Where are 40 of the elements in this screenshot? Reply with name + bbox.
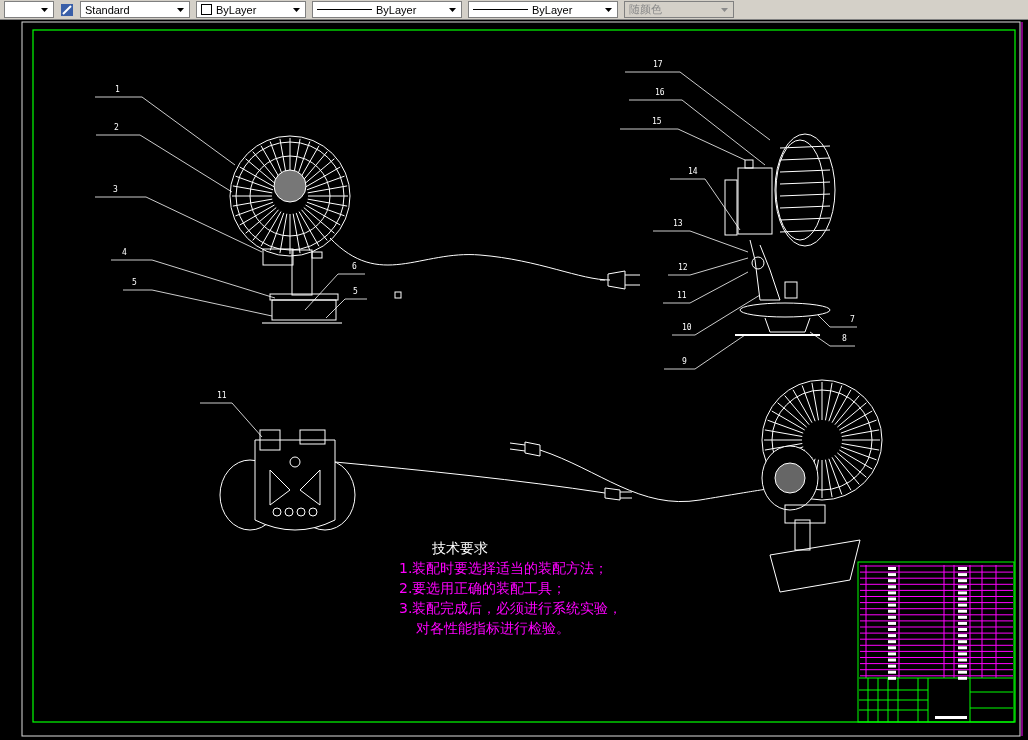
marker-square [394,291,402,299]
part-number: 17 [653,60,663,69]
caret-icon [721,7,728,12]
part-number: 16 [655,88,665,97]
part-number: 9 [682,357,687,366]
part-number: 8 [842,334,847,343]
part-number: 11 [217,391,227,400]
notes-title: 技术要求 [432,540,489,558]
caret-icon [449,7,456,12]
part-number: 13 [673,219,683,228]
dropdown-button[interactable] [4,1,54,18]
caret-icon [605,7,612,12]
part-number: 3 [113,185,118,194]
dropdown[interactable]: ByLayer [312,1,462,18]
requirement-text: 1.装配时要选择适当的装配方法； [399,560,610,578]
part-number: 5 [132,278,137,287]
part-number: 6 [352,262,357,271]
dropdown[interactable]: ByLayer [468,1,618,18]
part-number: 11 [677,291,687,300]
part-number: 4 [122,248,127,257]
part-number: 2 [114,123,119,132]
requirement-text: 2.要选用正确的装配工具； [399,580,568,598]
part-number: 7 [850,315,855,324]
caret-icon [293,7,300,12]
dropdown[interactable]: Standard [80,1,190,18]
part-number: 5 [353,287,358,296]
part-number: 10 [682,323,692,332]
part-number: 1 [115,85,120,94]
leader-line [809,331,856,347]
text-style-icon[interactable] [60,2,74,17]
part-number: 12 [678,263,688,272]
leader-line [817,314,858,328]
caret-icon [177,7,184,12]
requirement-text: 3.装配完成后，必须进行系统实验， [399,600,623,618]
requirement-text: 对各性能指标进行检验。 [416,620,571,638]
caret-icon [41,7,48,12]
part-number: 14 [688,167,698,176]
dropdown[interactable]: ByLayer [196,1,306,18]
part-number: 15 [652,117,662,126]
leader-line [199,402,263,438]
